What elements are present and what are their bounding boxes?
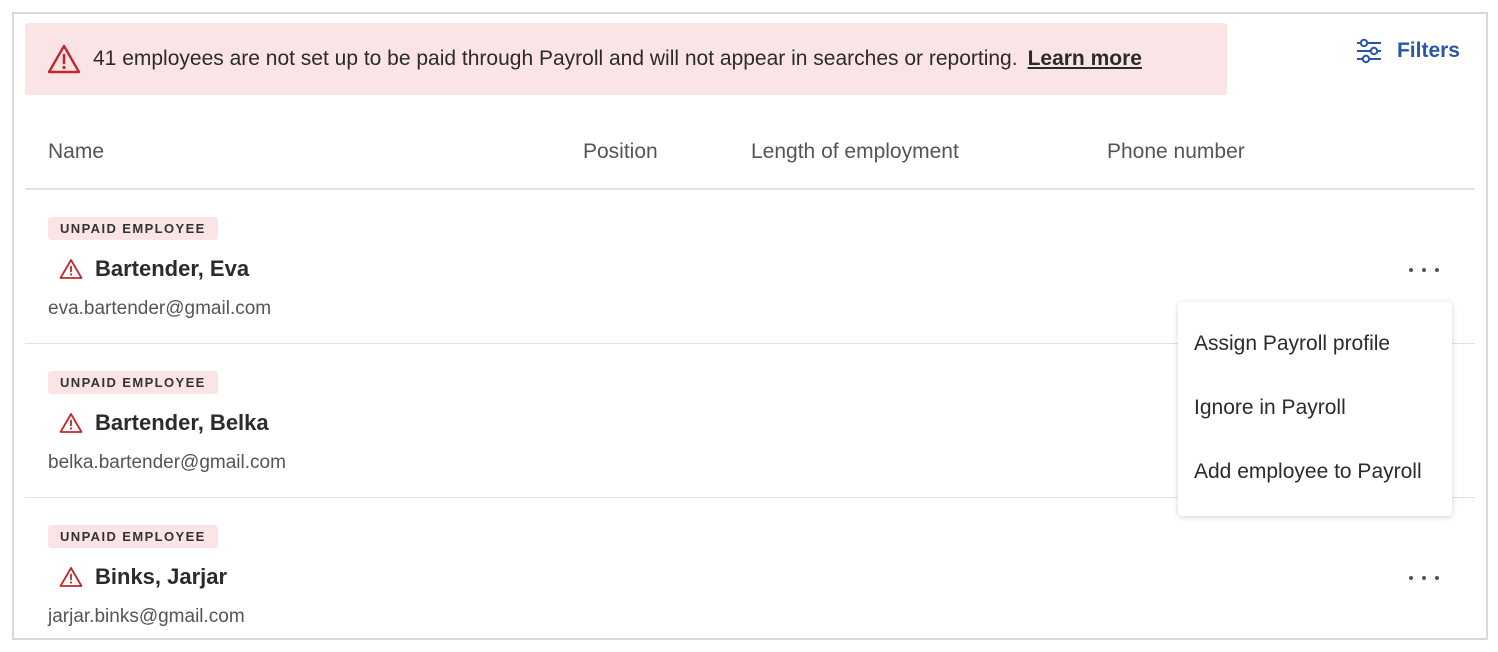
alert-message: 41 employees are not set up to be paid t… (93, 47, 1018, 70)
warning-triangle-icon (47, 44, 81, 74)
dot-icon (1409, 576, 1413, 580)
employee-name-line: Bartender, Eva (59, 256, 249, 282)
warning-triangle-icon (59, 566, 83, 588)
unpaid-employee-badge: UNPAID EMPLOYEE (48, 217, 218, 240)
unpaid-employees-alert: 41 employees are not set up to be paid t… (25, 23, 1227, 95)
dot-icon (1422, 576, 1426, 580)
employee-email: belka.bartender@gmail.com (48, 452, 286, 473)
dot-icon (1409, 268, 1413, 272)
filters-button[interactable]: Filters (1355, 38, 1460, 64)
filters-label: Filters (1396, 39, 1460, 62)
menu-item-ignore-in-payroll[interactable]: Ignore in Payroll (1178, 386, 1452, 450)
warning-triangle-icon (59, 258, 83, 280)
employee-name-line: Binks, Jarjar (59, 564, 227, 590)
table-row[interactable]: UNPAID EMPLOYEE Binks, Jarjar jarjar.bin… (25, 498, 1475, 638)
learn-more-link[interactable]: Learn more (1028, 47, 1142, 71)
table-header: Name Position Length of employment Phone… (25, 126, 1475, 190)
employee-name[interactable]: Binks, Jarjar (95, 564, 227, 590)
unpaid-employee-badge: UNPAID EMPLOYEE (48, 525, 218, 548)
more-actions-button[interactable] (1409, 568, 1439, 588)
employee-list-panel: 41 employees are not set up to be paid t… (12, 12, 1488, 640)
employee-email: jarjar.binks@gmail.com (48, 606, 245, 627)
employee-name[interactable]: Bartender, Belka (95, 410, 269, 436)
column-header-position[interactable]: Position (583, 140, 658, 164)
column-header-name[interactable]: Name (48, 140, 104, 164)
employee-email: eva.bartender@gmail.com (48, 298, 272, 319)
more-actions-button[interactable] (1409, 260, 1439, 280)
unpaid-employee-badge: UNPAID EMPLOYEE (48, 371, 218, 394)
employee-name[interactable]: Bartender, Eva (95, 256, 249, 282)
sliders-icon (1355, 38, 1383, 64)
row-actions-menu: Assign Payroll profile Ignore in Payroll… (1178, 302, 1452, 516)
menu-item-assign-payroll-profile[interactable]: Assign Payroll profile (1178, 322, 1452, 386)
column-header-phone-number[interactable]: Phone number (1107, 140, 1245, 164)
menu-item-add-employee-to-payroll[interactable]: Add employee to Payroll (1178, 450, 1452, 514)
column-header-length-of-employment[interactable]: Length of employment (751, 140, 959, 164)
dot-icon (1435, 268, 1439, 272)
employee-name-line: Bartender, Belka (59, 410, 269, 436)
warning-triangle-icon (59, 412, 83, 434)
dot-icon (1422, 268, 1426, 272)
dot-icon (1435, 576, 1439, 580)
